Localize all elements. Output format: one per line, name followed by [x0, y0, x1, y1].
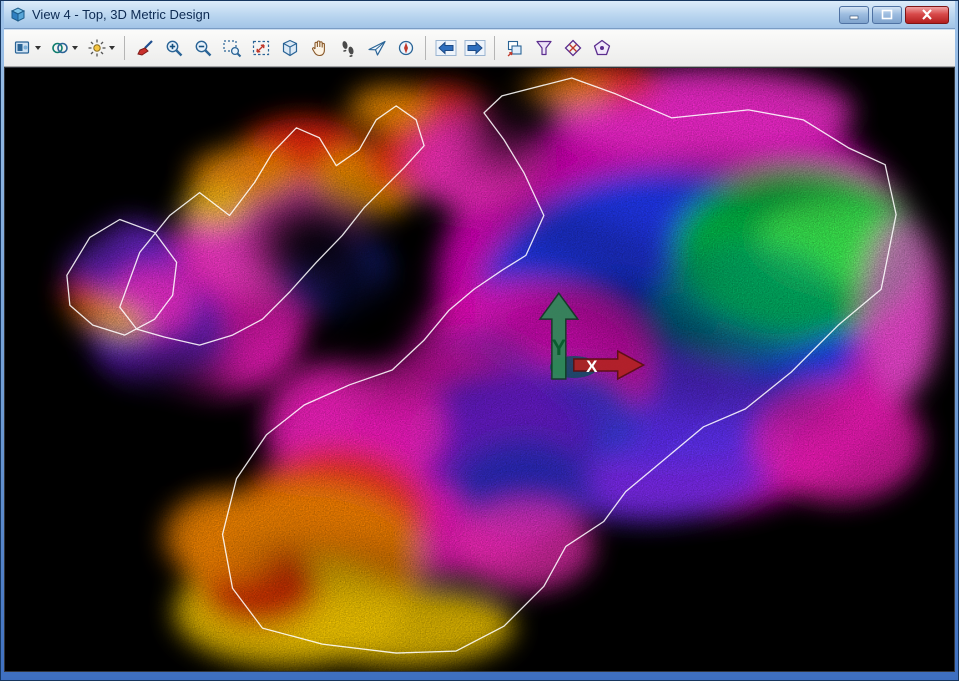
toolbar-button-update-view[interactable] [131, 35, 158, 62]
navigate-compass-icon [396, 38, 416, 58]
viewport[interactable]: Y X [4, 67, 955, 672]
toolbar-button-zoom-out[interactable] [189, 35, 216, 62]
toolbar-button-rotate-view[interactable] [276, 35, 303, 62]
view-display-mode-icon [13, 38, 33, 58]
maximize-icon [881, 9, 893, 20]
toolbar-button-navigate-view[interactable] [392, 35, 419, 62]
toolbar-button-copy-view[interactable] [501, 35, 528, 62]
y-axis-label: Y [552, 335, 567, 360]
x-axis-label: X [586, 357, 598, 376]
close-icon [921, 9, 933, 20]
close-button[interactable] [905, 6, 949, 24]
toolbar-button-view-previous[interactable] [432, 35, 459, 62]
brightness-icon [87, 38, 107, 58]
view-next-arrow-icon [464, 38, 486, 58]
view-window: View 4 - Top, 3D Metric Design [0, 0, 959, 681]
toolbar-button-adjust-brightness[interactable] [83, 35, 118, 62]
window-controls [839, 6, 949, 24]
window-title: View 4 - Top, 3D Metric Design [32, 7, 833, 22]
dropdown-caret-icon [35, 46, 41, 50]
clip-volume-funnel-icon [534, 38, 554, 58]
pan-hand-icon [309, 38, 329, 58]
toolbar-button-presentation[interactable] [46, 35, 81, 62]
clip-mask-icon [563, 38, 583, 58]
clip-volume-settings-icon [592, 38, 612, 58]
update-view-brush-icon [135, 38, 155, 58]
zoom-in-icon [164, 38, 184, 58]
toolbar-button-clip-volume-settings[interactable] [588, 35, 615, 62]
toolbar-separator [425, 36, 426, 60]
toolbar-separator [494, 36, 495, 60]
toolbar-button-view-display-mode[interactable] [9, 35, 44, 62]
toolbar-button-walk[interactable] [334, 35, 361, 62]
window-area-icon [222, 38, 242, 58]
pointcloud-speckle-overlay [5, 68, 954, 671]
toolbar-button-window-area[interactable] [218, 35, 245, 62]
dropdown-caret-icon [109, 46, 115, 50]
presentation-icon [50, 38, 70, 58]
view-toolbar [4, 29, 955, 67]
toolbar-button-pan-view[interactable] [305, 35, 332, 62]
toolbar-button-view-next[interactable] [461, 35, 488, 62]
toolbar-button-fly[interactable] [363, 35, 390, 62]
toolbar-button-clip-mask[interactable] [559, 35, 586, 62]
window-icon [10, 7, 26, 23]
dropdown-caret-icon [72, 46, 78, 50]
toolbar-button-zoom-in[interactable] [160, 35, 187, 62]
toolbar-button-clip-volume[interactable] [530, 35, 557, 62]
fly-paper-plane-icon [367, 38, 387, 58]
toolbar-separator [124, 36, 125, 60]
fit-view-icon [251, 38, 271, 58]
minimize-icon [848, 10, 860, 20]
minimize-button[interactable] [839, 6, 869, 24]
toolbar-button-fit-view[interactable] [247, 35, 274, 62]
rotate-view-cube-icon [280, 38, 300, 58]
maximize-button[interactable] [872, 6, 902, 24]
walk-footsteps-icon [338, 38, 358, 58]
zoom-out-icon [193, 38, 213, 58]
viewport-canvas[interactable]: Y X [5, 68, 954, 671]
titlebar[interactable]: View 4 - Top, 3D Metric Design [4, 1, 955, 29]
copy-view-icon [505, 38, 525, 58]
view-previous-arrow-icon [435, 38, 457, 58]
